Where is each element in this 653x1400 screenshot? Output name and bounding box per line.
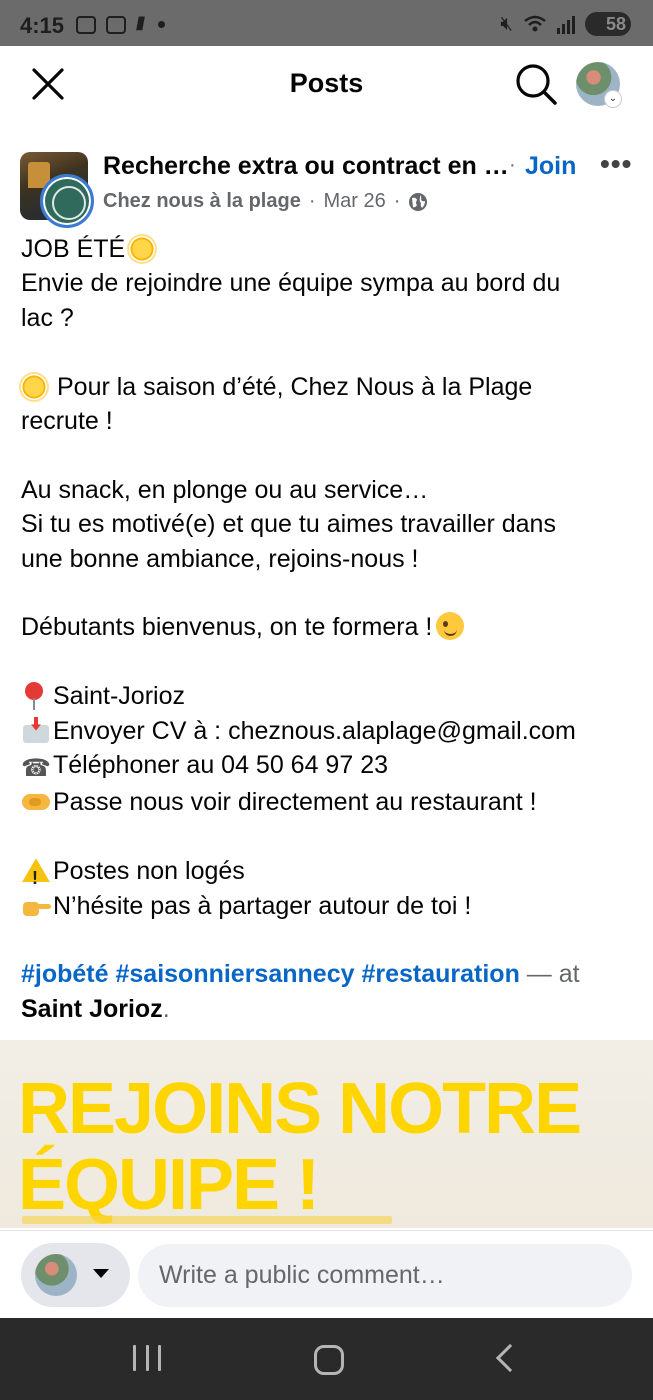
- comment-input[interactable]: Write a public comment…: [138, 1244, 632, 1307]
- post-image[interactable]: REJOINS NOTRE ÉQUIPE !: [0, 1040, 653, 1228]
- post-line: Passe nous voir directement au restauran…: [53, 788, 537, 817]
- search-icon[interactable]: [514, 62, 558, 106]
- sun-icon: [129, 236, 156, 262]
- post-line: Postes non logés: [53, 857, 245, 886]
- status-time: 4:15: [20, 13, 65, 38]
- system-nav-bar: [0, 1318, 653, 1400]
- image-small-text: [22, 1216, 392, 1224]
- status-bar: 4:15 /// 🔇︎ 58: [0, 0, 653, 46]
- post-date[interactable]: Mar 26: [324, 190, 386, 213]
- mute-icon: 🔇︎: [500, 12, 513, 35]
- separator-dot: ·: [509, 154, 516, 176]
- inbox-tray-icon: [21, 717, 53, 743]
- signal-icon: [557, 14, 575, 34]
- winking-face-icon: [436, 612, 465, 641]
- hashtag-link[interactable]: #restauration: [361, 960, 519, 988]
- media-icon: [106, 15, 126, 34]
- back-icon[interactable]: [495, 1343, 525, 1373]
- more-options-icon[interactable]: •••: [600, 148, 632, 180]
- group-name[interactable]: Recherche extra ou contract en …: [103, 152, 513, 181]
- recent-apps-icon[interactable]: [133, 1345, 161, 1373]
- pointing-hand-icon: [21, 894, 53, 918]
- image-headline: REJOINS NOTRE: [18, 1069, 582, 1149]
- pin-icon: [21, 682, 53, 711]
- sun-icon: [21, 373, 47, 400]
- place-suffix: .: [162, 994, 170, 1023]
- post-line: une bonne ambiance, rejoins-nous !: [21, 544, 419, 573]
- post-line: Saint-Jorioz: [53, 682, 185, 711]
- top-app-bar: Posts ⌄: [0, 46, 653, 122]
- meta-separator: ·: [393, 190, 401, 212]
- warning-icon: [21, 857, 53, 895]
- comment-as-selector[interactable]: [21, 1243, 130, 1307]
- battery-icon: 58: [585, 12, 631, 36]
- post-text: JOB ÉTÉ Envie de rejoindre une équipe sy…: [21, 232, 636, 1026]
- phone-icon: ☎: [21, 754, 51, 783]
- post-line: Au snack, en plonge ou au service…: [21, 475, 429, 504]
- at-text: — at: [526, 960, 580, 989]
- wifi-icon: [524, 15, 546, 32]
- globe-icon: [409, 192, 428, 211]
- page-avatar[interactable]: [40, 174, 94, 228]
- post-line: Débutants bienvenus, on te formera !: [21, 613, 433, 642]
- post-line: JOB ÉTÉ: [21, 235, 126, 263]
- comment-bar: Write a public comment…: [0, 1230, 653, 1318]
- hashtag-link[interactable]: #jobété: [21, 960, 109, 988]
- join-button[interactable]: Join: [525, 152, 576, 181]
- status-system-icons: 🔇︎ 58: [500, 12, 631, 36]
- post-line: Si tu es motivé(e) et que tu aimes trava…: [21, 510, 556, 539]
- post-author[interactable]: Chez nous à la plage: [103, 190, 301, 213]
- missed-call-icon: ///: [136, 14, 145, 34]
- post-line: recrute !: [21, 407, 113, 436]
- post-line: Envie de rejoindre une équipe sympa au b…: [21, 269, 561, 298]
- meta-separator: ·: [308, 190, 316, 212]
- post-header: Recherche extra ou contract en … · Join …: [0, 140, 653, 230]
- viewer-avatar: [35, 1254, 77, 1296]
- post-meta: Chez nous à la plage · Mar 26 ·: [103, 190, 428, 213]
- handshake-icon: [21, 790, 53, 814]
- post-line: Pour la saison d’été, Chez Nous à la Pla…: [57, 372, 533, 401]
- profile-avatar[interactable]: ⌄: [576, 62, 622, 108]
- dot-icon: [158, 21, 166, 28]
- post-line: Téléphoner au 04 50 64 97 23: [53, 751, 388, 780]
- screenshot-icon: [76, 15, 96, 34]
- post-line: lac ?: [21, 303, 74, 332]
- home-icon[interactable]: [314, 1345, 344, 1375]
- status-notification-icons: ///: [76, 14, 166, 35]
- caret-down-icon: [93, 1269, 109, 1278]
- hashtag-link[interactable]: #saisonniersannecy: [115, 960, 354, 988]
- chevron-down-icon: ⌄: [604, 90, 622, 108]
- battery-level: 58: [605, 13, 626, 34]
- post-line: N’hésite pas à partager autour de toi !: [53, 891, 472, 920]
- place-link[interactable]: Saint Jorioz: [21, 995, 163, 1023]
- image-headline: ÉQUIPE !: [18, 1145, 320, 1225]
- post-line: Envoyer CV à : cheznous.alaplage@gmail.c…: [53, 716, 576, 745]
